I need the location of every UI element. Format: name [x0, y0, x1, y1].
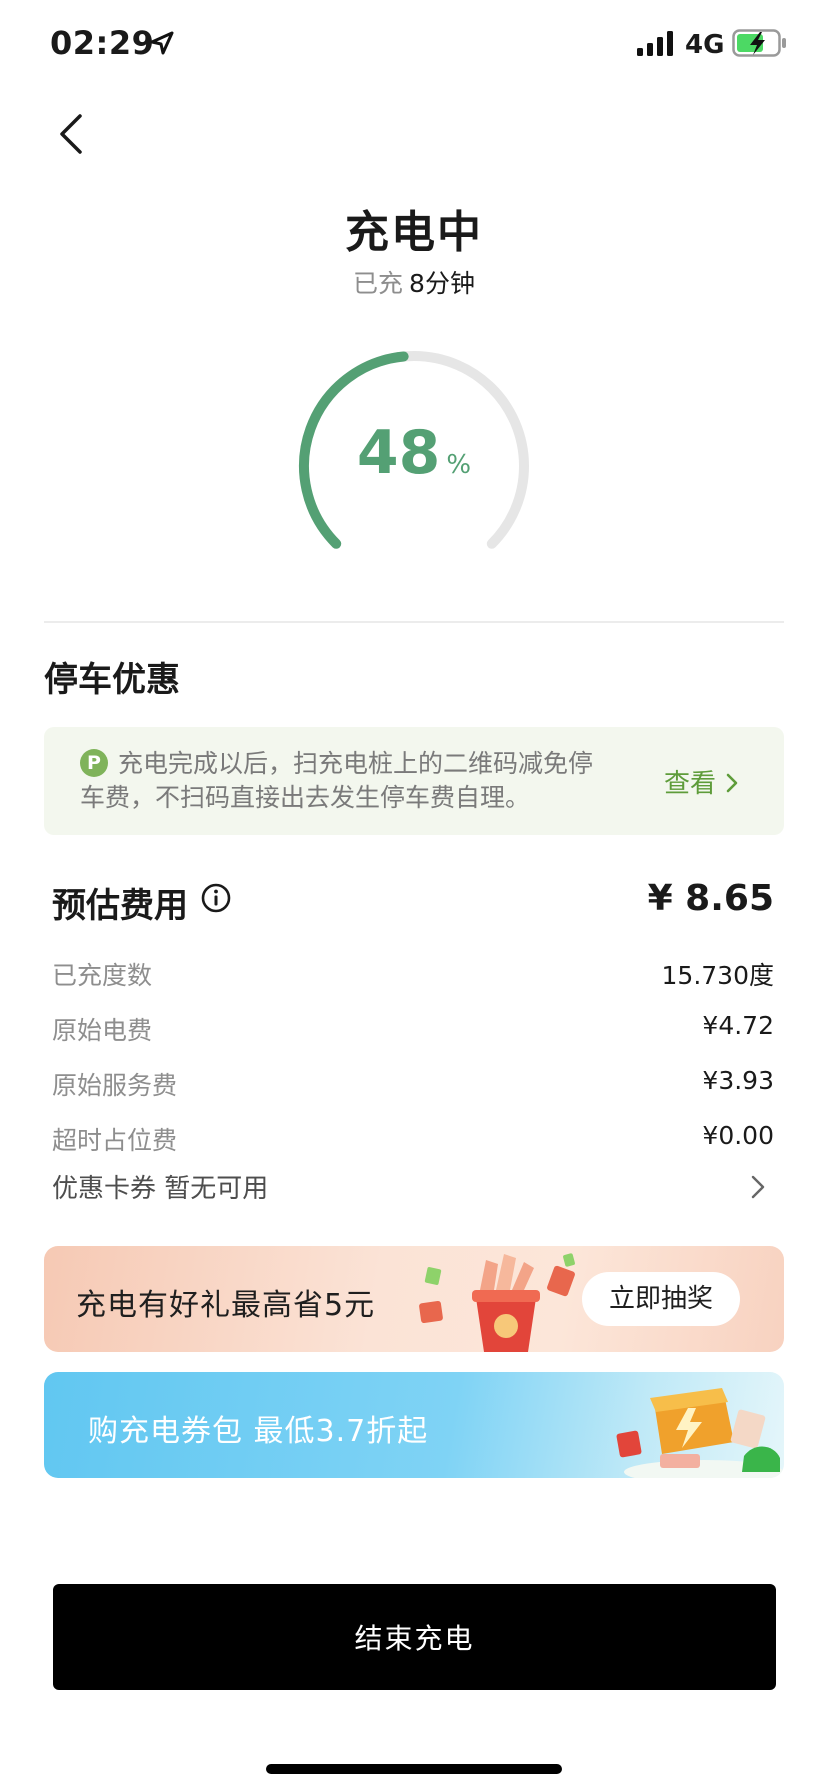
- network-type: 4G: [685, 30, 725, 60]
- fee-row-value: 15.730度: [661, 961, 774, 990]
- fee-row-label: 已充度数: [52, 961, 153, 990]
- elapsed-value: 8分钟: [409, 269, 475, 298]
- status-bar: 02:29 4G: [0, 0, 828, 90]
- location-arrow-icon: [150, 31, 174, 55]
- page-title: 充电中: [345, 207, 483, 258]
- battery-charging-icon: [732, 29, 786, 57]
- parking-description: 充电完成以后，扫充电桩上的二维码减免停车费，不扫码直接出去发生停车费自理。: [80, 749, 594, 812]
- chevron-right-icon: [726, 773, 738, 793]
- chevron-right-icon: [751, 1175, 765, 1199]
- parking-section-title: 停车优惠: [44, 660, 180, 700]
- fee-title: 预估费用: [52, 886, 188, 926]
- treasure-box-icon: [616, 1388, 784, 1478]
- divider: [44, 621, 784, 623]
- info-icon[interactable]: [200, 882, 232, 914]
- coupon-row[interactable]: 优惠卡券 暂无可用: [52, 1168, 774, 1212]
- fee-row-electricity: 原始电费 ¥4.72: [52, 1011, 774, 1051]
- parking-card[interactable]: P 充电完成以后，扫充电桩上的二维码减免停车费，不扫码直接出去发生停车费自理。 …: [44, 727, 784, 835]
- fee-row-value: ¥4.72: [702, 1011, 774, 1040]
- lottery-button[interactable]: 立即抽奖: [582, 1272, 740, 1326]
- back-button[interactable]: [50, 108, 94, 160]
- end-charging-button[interactable]: 结束充电: [53, 1584, 776, 1690]
- elapsed-label: 已充: [353, 269, 404, 298]
- fee-row-label: 原始服务费: [52, 1071, 178, 1100]
- elapsed-time: 已充 8分钟: [0, 264, 828, 300]
- signal-icon: [637, 31, 673, 56]
- charge-percent: 48%: [0, 418, 828, 488]
- fee-row-energy: 已充度数 15.730度: [52, 956, 774, 996]
- fee-row-label: 超时占位费: [52, 1126, 178, 1155]
- fee-row-value: ¥0.00: [702, 1121, 774, 1150]
- fee-row-value: ¥3.93: [702, 1066, 774, 1095]
- fee-row-service: 原始服务费 ¥3.93: [52, 1066, 774, 1106]
- fee-row-overtime: 超时占位费 ¥0.00: [52, 1121, 774, 1161]
- charging-page: 02:29 4G 充电中 已充 8分钟 48% 停车优惠 P 充电完成以后，扫充…: [0, 0, 828, 1792]
- parking-view-link[interactable]: 查看: [664, 763, 740, 800]
- lottery-banner[interactable]: 充电有好礼最高省5元 立即抽奖: [44, 1246, 784, 1352]
- home-indicator: [266, 1764, 562, 1774]
- charge-percent-value: 48: [356, 418, 441, 488]
- status-time: 02:29: [50, 24, 155, 62]
- coupon-pack-banner[interactable]: 购充电券包 最低3.7折起: [44, 1372, 784, 1478]
- coupon-label: 优惠卡券 暂无可用: [52, 1174, 269, 1204]
- coupon-banner-text: 购充电券包 最低3.7折起: [88, 1414, 429, 1449]
- charge-percent-unit: %: [446, 450, 472, 480]
- parking-view-label: 查看: [664, 769, 717, 799]
- lottery-banner-text: 充电有好礼最高省5元: [76, 1288, 376, 1323]
- fee-total: ¥ 8.65: [647, 878, 774, 919]
- fee-row-label: 原始电费: [52, 1016, 153, 1045]
